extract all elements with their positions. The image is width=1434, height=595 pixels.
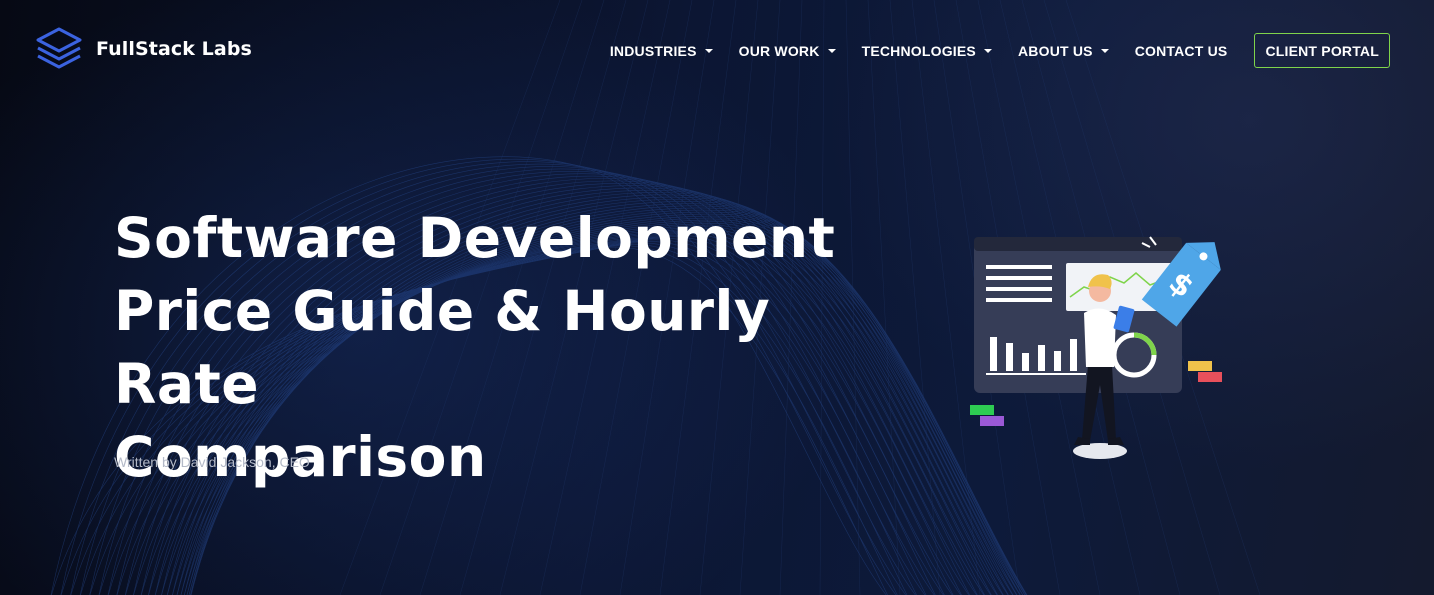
caret-down-icon — [983, 48, 992, 53]
nav-item-about-us[interactable]: ABOUT US — [1018, 43, 1109, 59]
caret-down-icon — [827, 48, 836, 53]
nav-label: TECHNOLOGIES — [861, 42, 976, 59]
analytics-dashboard-person-illustration: $ — [970, 236, 1222, 459]
author-byline: Written by David Jackson, CEO — [114, 454, 310, 470]
nav-label: ABOUT US — [1017, 42, 1093, 59]
brand-logo[interactable]: FullStack Labs — [34, 27, 252, 71]
nav-item-contact-us[interactable]: CONTACT US — [1135, 43, 1228, 59]
title-line-1: Software Development — [114, 206, 836, 270]
nav-label: INDUSTRIES — [609, 42, 697, 59]
nav-item-industries[interactable]: INDUSTRIES — [610, 43, 713, 59]
nav-item-our-work[interactable]: OUR WORK — [739, 43, 836, 59]
hero-section: FullStack Labs INDUSTRIES OUR WORK TECHN… — [0, 0, 1434, 595]
nav-label: CONTACT US — [1134, 42, 1228, 59]
brand-name: FullStack Labs — [96, 38, 252, 60]
caret-down-icon — [1100, 48, 1109, 53]
nav-item-technologies[interactable]: TECHNOLOGIES — [862, 43, 992, 59]
main-navigation: INDUSTRIES OUR WORK TECHNOLOGIES ABOUT U… — [610, 33, 1390, 68]
nav-label: OUR WORK — [738, 42, 820, 59]
stacked-layers-icon — [36, 27, 82, 69]
client-portal-button[interactable]: CLIENT PORTAL — [1254, 33, 1390, 68]
page-title: Software Development Price Guide & Hourl… — [114, 202, 914, 494]
title-line-2: Price Guide & Hourly Rate — [114, 279, 771, 416]
caret-down-icon — [704, 48, 713, 53]
